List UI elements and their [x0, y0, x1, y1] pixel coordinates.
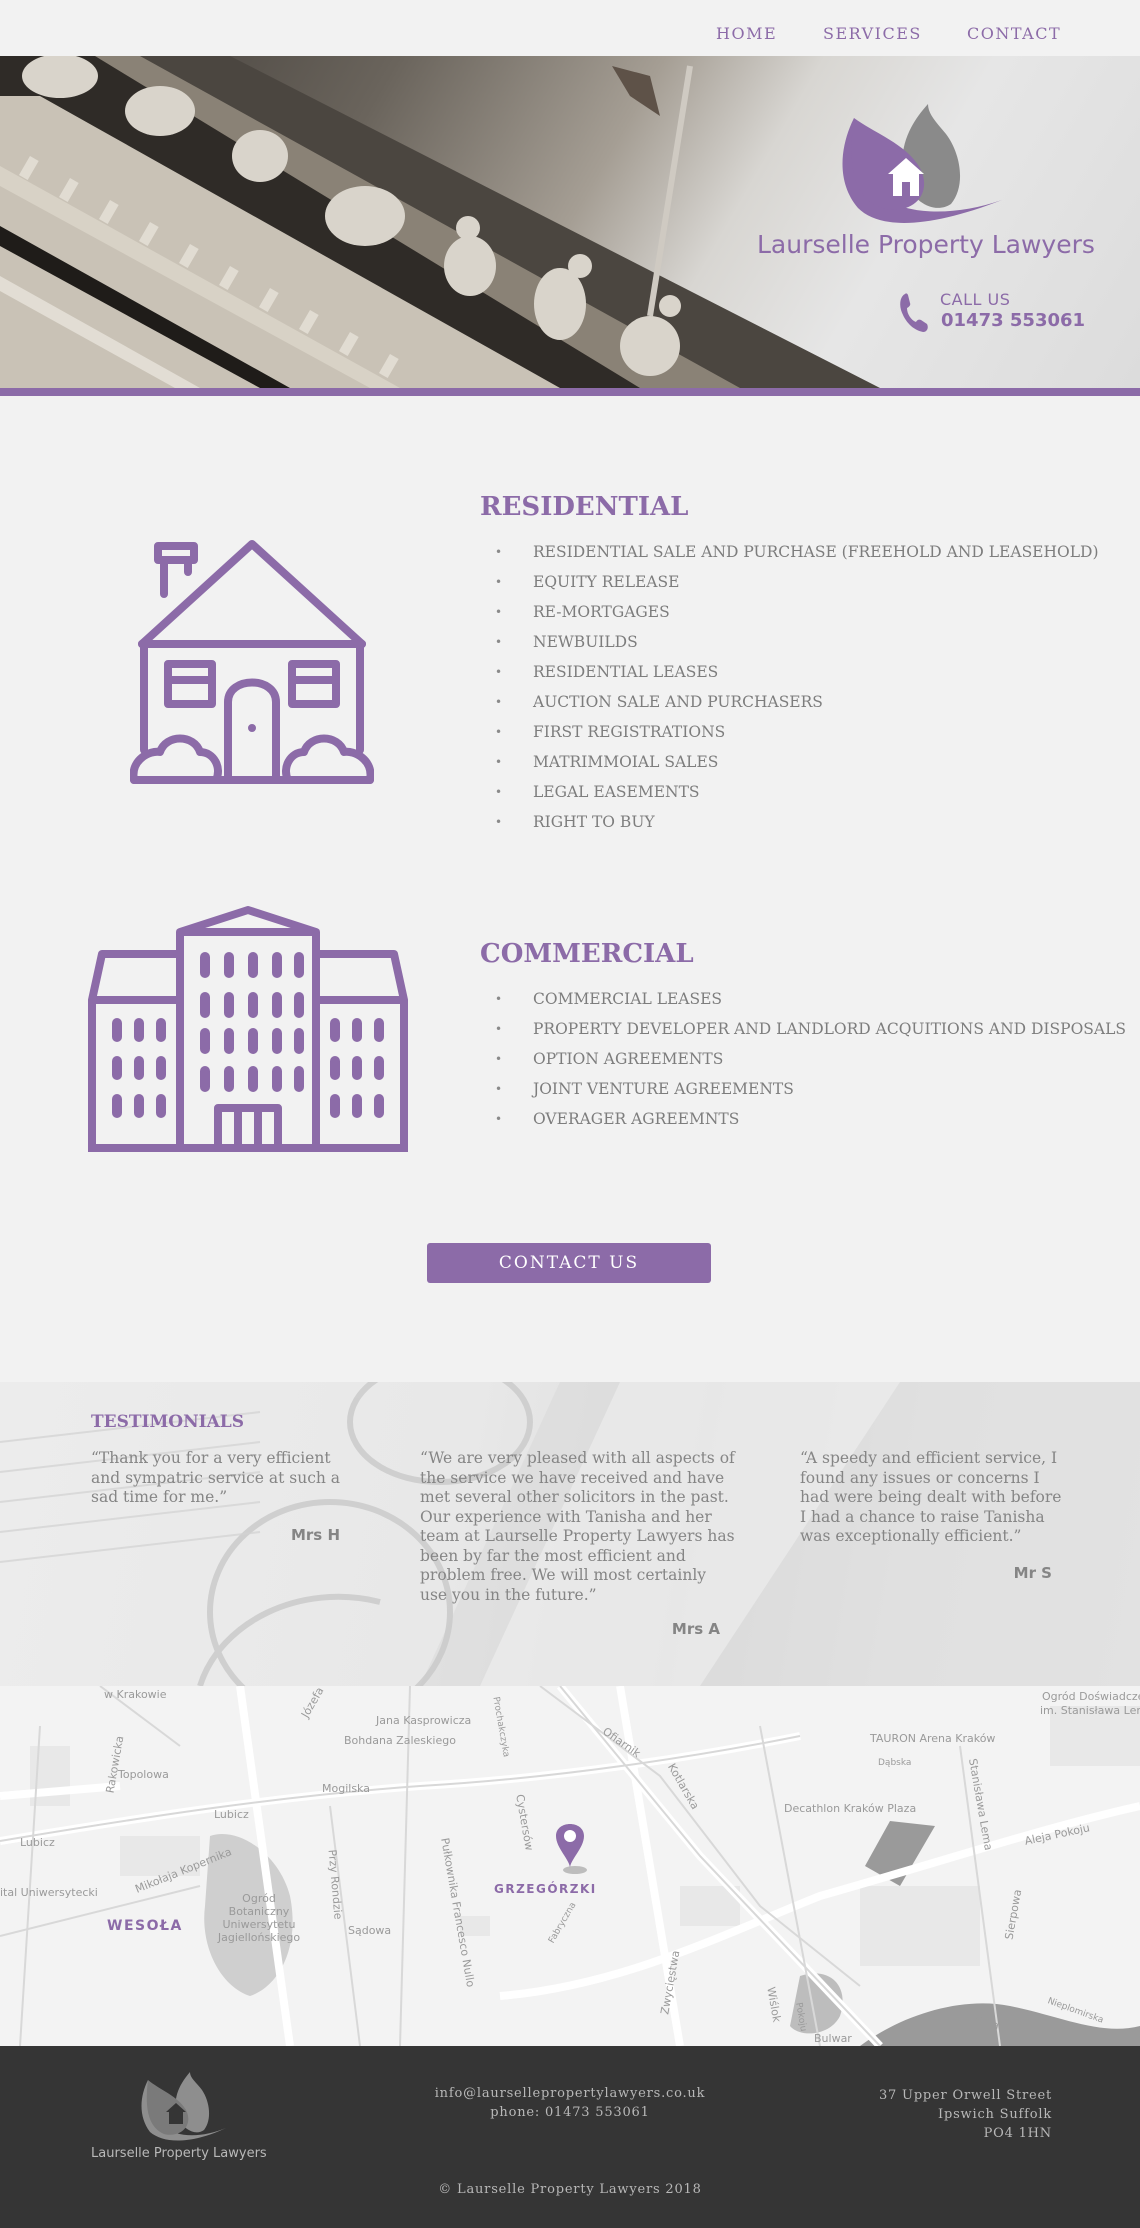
footer-brand-name: Laurselle Property Lawyers: [91, 2146, 267, 2161]
quote-line: was exceptionally efficient.”: [800, 1527, 1022, 1545]
quote-line: and sympatric service at such a: [91, 1468, 341, 1487]
nav-services-link[interactable]: SERVICES: [823, 24, 922, 43]
map-label: Ogród Botaniczny Uniwersytetu Jagiellońs…: [217, 1892, 301, 1944]
list-item: OVERAGER AGREEMNTS: [495, 1104, 1126, 1134]
map-label: Bulwar: [814, 2032, 852, 2045]
footer-phone[interactable]: phone: 01473 553061: [370, 2103, 770, 2122]
nav-home-link[interactable]: HOME: [716, 24, 777, 43]
map-label: w Krakowie: [104, 1688, 167, 1701]
commercial-title: COMMERCIAL: [480, 939, 694, 969]
quote-line: the service we have received and have: [420, 1468, 725, 1487]
address-line: 37 Upper Orwell Street: [878, 2088, 1052, 2103]
quote-line: met several other solicitors in the past…: [420, 1488, 729, 1506]
map-label: Lubicz: [214, 1808, 249, 1821]
testimonial-author-2: Mrs A: [671, 1620, 720, 1638]
hero-phone-number[interactable]: 01473 553061: [941, 310, 1085, 331]
quote-line: been by far the most efficient and: [420, 1546, 686, 1565]
residential-list: RESIDENTIAL SALE AND PURCHASE (FREEHOLD …: [495, 537, 1099, 837]
map-label: im. Stanisława Lema: [1040, 1704, 1140, 1717]
quote-line: team at Laurselle Property Lawyers has: [420, 1527, 735, 1545]
map-label: Mogilska: [322, 1782, 370, 1795]
contact-us-button[interactable]: CONTACT US: [427, 1243, 711, 1283]
list-item: AUCTION SALE AND PURCHASERS: [495, 687, 1099, 717]
list-item: RESIDENTIAL SALE AND PURCHASE (FREEHOLD …: [495, 537, 1099, 567]
list-item: EQUITY RELEASE: [495, 567, 1099, 597]
map-label: Lubicz: [20, 1836, 55, 1849]
list-item: RIGHT TO BUY: [495, 807, 1099, 837]
map-label: TAURON Arena Kraków: [870, 1732, 996, 1745]
phone-icon: [900, 293, 928, 332]
quote-line: Our experience with Tanisha and her: [420, 1507, 712, 1526]
map-label: Dąbska: [878, 1758, 912, 1768]
top-nav: HOME SERVICES CONTACT: [0, 0, 1140, 56]
call-us-label: CALL US: [940, 290, 1011, 309]
quote-line: use you in the future.”: [420, 1585, 597, 1604]
quote-line: “We are very pleased with all aspects of: [420, 1449, 735, 1467]
testimonials-heading: TESTIMONIALS: [91, 1412, 245, 1432]
hero-banner: Laurselle Property Lawyers: [0, 56, 1140, 388]
list-item: FIRST REGISTRATIONS: [495, 717, 1099, 747]
testimonial-quote-2: “We are very pleased with all aspects of…: [420, 1449, 740, 1605]
nav-contact-link[interactable]: CONTACT: [967, 24, 1061, 43]
location-map[interactable]: w Krakowie Józefa Jana Kasprowicza Bohda…: [0, 1686, 1140, 2046]
footer-address: 37 Upper Orwell Street Ipswich Suffolk P…: [800, 2086, 1052, 2143]
list-item: LEGAL EASEMENTS: [495, 777, 1099, 807]
testimonial-quote-3: “A speedy and efficient service, I found…: [800, 1449, 1080, 1547]
address-line: PO4 1HN: [983, 2126, 1052, 2141]
house-icon: [130, 540, 374, 784]
footer-logo-icon: [141, 2072, 226, 2141]
list-item: COMMERCIAL LEASES: [495, 984, 1126, 1014]
list-item: JOINT VENTURE AGREEMENTS: [495, 1074, 1126, 1104]
quote-line: “A speedy and efficient service, I: [800, 1449, 1058, 1467]
map-label: Bohdana Zaleskiego: [344, 1734, 456, 1747]
hero-accent-bar: [0, 388, 1140, 396]
map-label: Sądowa: [348, 1924, 392, 1937]
footer-copyright: © Laurselle Property Lawyers 2018: [438, 2182, 702, 2197]
list-item: OPTION AGREEMENTS: [495, 1044, 1126, 1074]
map-pin-icon[interactable]: [554, 1834, 586, 1874]
site-footer: Laurselle Property Lawyers info@laursell…: [0, 2046, 1140, 2228]
list-item: RESIDENTIAL LEASES: [495, 657, 1099, 687]
office-building-icon: [88, 906, 408, 1152]
list-item: PROPERTY DEVELOPER AND LANDLORD ACQUITIO…: [495, 1014, 1126, 1044]
map-label: Decathlon Kraków Plaza: [784, 1802, 917, 1815]
quote-line: had were being dealt with before: [800, 1488, 1062, 1506]
map-label: ital Uniwersytecki: [0, 1886, 98, 1899]
map-label: Ogród Doświadczeń: [1042, 1690, 1140, 1703]
map-label: Topolowa: [118, 1768, 169, 1781]
leaf-house-logo: [842, 104, 1002, 223]
footer-email-link[interactable]: info@laursellepropertylawyers.co.uk: [370, 2084, 770, 2103]
footer-contact: info@laursellepropertylawyers.co.uk phon…: [370, 2084, 770, 2122]
hero-brand-name: Laurselle Property Lawyers: [757, 230, 1095, 259]
quote-line: found any issues or concerns I: [800, 1468, 1040, 1487]
map-pin-label: GRZEGÓRZKI: [494, 1882, 597, 1896]
testimonial-author-3: Mr S: [1013, 1564, 1052, 1582]
map-label: Jana Kasprowicza: [376, 1714, 472, 1727]
quote-line: sad time for me.”: [91, 1488, 228, 1506]
commercial-list: COMMERCIAL LEASES PROPERTY DEVELOPER AND…: [495, 984, 1126, 1134]
address-line: Ipswich Suffolk: [938, 2107, 1052, 2122]
quote-line: I had a chance to raise Tanisha: [800, 1507, 1045, 1526]
list-item: RE-MORTGAGES: [495, 597, 1099, 627]
residential-title: RESIDENTIAL: [480, 492, 689, 522]
testimonial-author-1: Mrs H: [290, 1526, 340, 1544]
quote-line: “Thank you for a very efficient: [91, 1449, 331, 1467]
testimonials-section: TESTIMONIALS “Thank you for a very effic…: [0, 1382, 1140, 1686]
testimonial-quote-1: “Thank you for a very efficient and symp…: [91, 1449, 381, 1508]
quote-line: problem free. We will most certainly: [420, 1566, 707, 1584]
list-item: MATRIMMOIAL SALES: [495, 747, 1099, 777]
list-item: NEWBUILDS: [495, 627, 1099, 657]
map-district-label: WESOŁA: [107, 1918, 183, 1934]
